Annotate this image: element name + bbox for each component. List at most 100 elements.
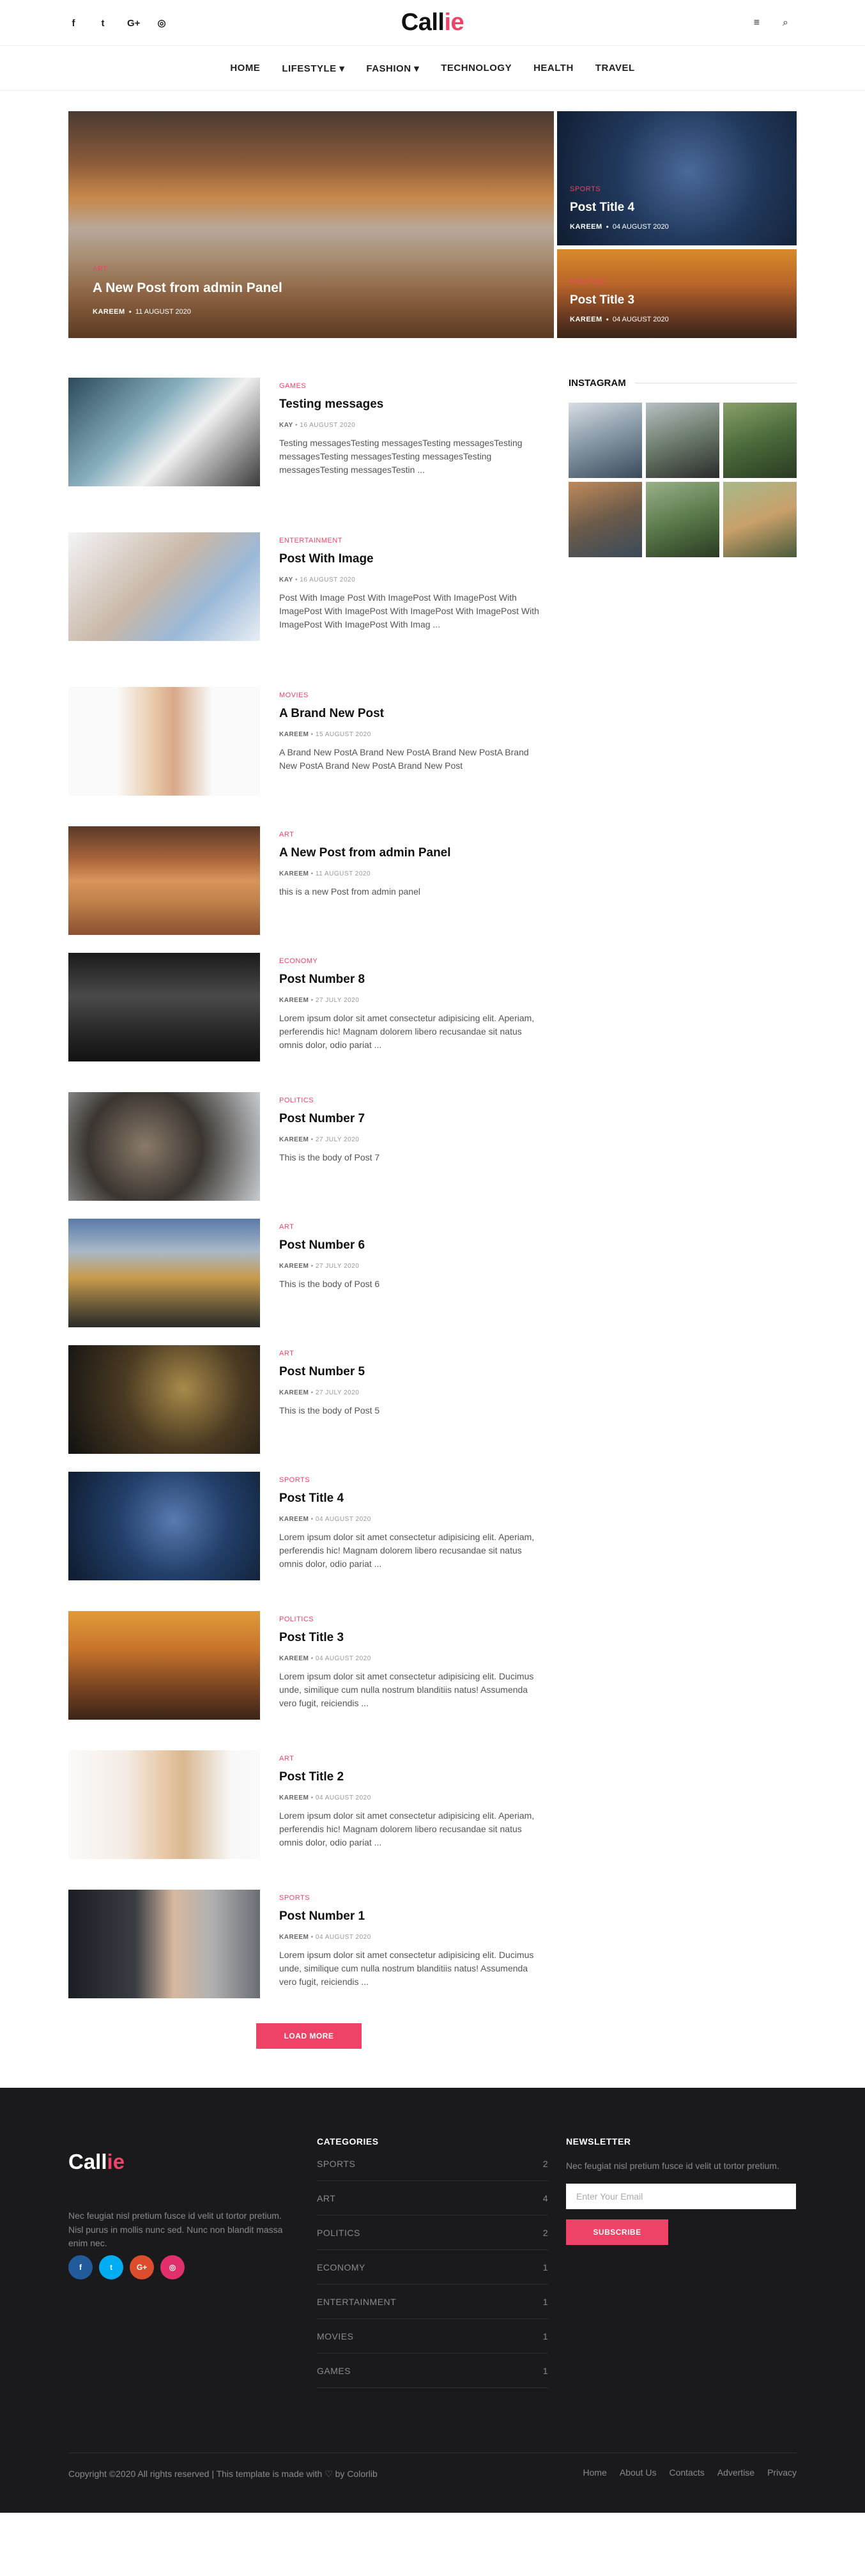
post-date: 04 AUGUST 2020 [315,1655,371,1662]
post-category[interactable]: ART [93,265,282,273]
post-category[interactable]: ART [279,1755,541,1762]
post-category[interactable]: SPORTS [570,185,669,193]
post-category[interactable]: MOVIES [279,691,541,699]
newsletter-email-input[interactable]: Enter Your Email [566,2183,796,2209]
nav-item-health[interactable]: HEALTH [533,63,574,73]
post-body: ART A New Post from admin Panel KAREEM •… [279,831,541,899]
category-row[interactable]: GAMES 1 [317,2354,548,2388]
google-plus-icon[interactable]: G+ [130,2255,154,2279]
post-excerpt: Post With Image Post With ImagePost With… [279,592,539,629]
post-category[interactable]: ART [279,1223,541,1231]
post-category[interactable]: ART [279,831,541,838]
post-author[interactable]: KAREEM [279,1263,309,1270]
post-category[interactable]: ART [279,1350,541,1357]
post-thumbnail[interactable] [68,1890,260,1998]
footer-link-privacy[interactable]: Privacy [767,2467,797,2481]
category-row[interactable]: SPORTS 2 [317,2147,548,2181]
post-thumbnail[interactable] [68,1092,260,1201]
post-title[interactable]: Testing messages [279,397,541,412]
hero-side-post-2[interactable]: POLITICS Post Title 3 KAREEM • 04 AUGUST 2… [557,249,797,338]
load-more-button[interactable]: LOAD MORE [256,2023,362,2049]
post-thumbnail[interactable] [68,1611,260,1720]
nav-item-home[interactable]: HOME [230,63,260,73]
footer-link-about[interactable]: About Us [620,2467,657,2481]
post-title[interactable]: Post Title 2 [279,1770,541,1784]
post-title[interactable]: Post Number 8 [279,973,541,987]
footer-link-contacts[interactable]: Contacts [669,2467,704,2481]
post-author[interactable]: KAREEM [279,1389,309,1396]
post-author[interactable]: KAREEM [279,1655,309,1662]
search-icon[interactable]: ⌕ [783,17,788,29]
instagram-photo[interactable] [646,403,719,478]
hero-side-post-1[interactable]: SPORTS Post Title 4 KAREEM • 04 AUGUST 202… [557,111,797,245]
post-category[interactable]: POLITICS [570,278,669,286]
post-author[interactable]: KAREEM [279,1934,309,1941]
post-author[interactable]: KAREEM [279,870,309,877]
post-thumbnail[interactable] [68,1472,260,1580]
post-title[interactable]: Post Title 3 [570,293,669,307]
post-title[interactable]: A New Post from admin Panel [93,281,282,296]
instagram-icon[interactable]: ◎ [160,2255,185,2279]
post-author[interactable]: KAY [279,576,293,583]
post-thumbnail[interactable] [68,532,260,641]
twitter-icon[interactable]: t [99,2255,123,2279]
site-logo[interactable]: Callie [0,9,865,36]
post-author[interactable]: KAREEM [570,223,602,231]
post-author[interactable]: KAREEM [279,1516,309,1523]
post-title[interactable]: Post Number 5 [279,1365,541,1379]
category-row[interactable]: POLITICS 2 [317,2216,548,2250]
post-author[interactable]: KAREEM [279,1794,309,1801]
footer-link-home[interactable]: Home [583,2467,607,2481]
post-author[interactable]: KAREEM [570,316,602,323]
post-excerpt: Lorem ipsum dolor sit amet consectetur a… [279,1671,534,1708]
post-author[interactable]: KAREEM [279,731,309,738]
post-thumbnail[interactable] [68,1750,260,1859]
post-title[interactable]: Post Number 1 [279,1909,541,1924]
nav-item-technology[interactable]: TECHNOLOGY [441,63,512,73]
post-category[interactable]: ECONOMY [279,957,541,965]
post-category[interactable]: SPORTS [279,1894,541,1902]
instagram-photo[interactable] [569,403,642,478]
post-author[interactable]: KAREEM [279,997,309,1004]
post-author[interactable]: KAY [279,422,293,429]
facebook-icon[interactable]: f [68,2255,93,2279]
post-category[interactable]: POLITICS [279,1616,541,1623]
category-row[interactable]: ECONOMY 1 [317,2250,548,2285]
post-title[interactable]: Post Number 6 [279,1238,541,1253]
post-title[interactable]: A New Post from admin Panel [279,846,541,860]
instagram-photo[interactable] [723,403,797,478]
post-author[interactable]: KAREEM [279,1136,309,1143]
instagram-photo[interactable] [646,482,719,557]
nav-item-travel[interactable]: TRAVEL [595,63,635,73]
post-thumbnail[interactable] [68,953,260,1061]
subscribe-button[interactable]: SUBSCRIBE [566,2219,668,2245]
post-title[interactable]: Post Title 3 [279,1631,541,1645]
menu-icon[interactable]: ≡ [754,17,760,29]
footer-logo[interactable]: Callie [68,2150,125,2174]
post-category[interactable]: ENTERTAINMENT [279,537,541,544]
post-title[interactable]: Post With Image [279,552,541,566]
category-row[interactable]: ART 4 [317,2181,548,2216]
post-category[interactable]: POLITICS [279,1097,541,1104]
post-category[interactable]: GAMES [279,382,541,390]
category-row[interactable]: MOVIES 1 [317,2319,548,2354]
post-author[interactable]: KAREEM [93,308,125,316]
post-category[interactable]: SPORTS [279,1476,541,1484]
category-row[interactable]: ENTERTAINMENT 1 [317,2285,548,2319]
post-title[interactable]: Post Number 7 [279,1112,541,1126]
nav-item-lifestyle[interactable]: LIFESTYLE ▾ [282,63,344,74]
instagram-photo[interactable] [569,482,642,557]
post-thumbnail[interactable] [68,1219,260,1327]
nav-item-fashion[interactable]: FASHION ▾ [366,63,419,74]
footer-link-advertise[interactable]: Advertise [717,2467,754,2481]
logo-accent: ie [444,9,464,36]
post-thumbnail[interactable] [68,1345,260,1454]
post-thumbnail[interactable] [68,378,260,486]
post-title[interactable]: Post Title 4 [570,201,669,215]
post-thumbnail[interactable] [68,826,260,935]
post-title[interactable]: A Brand New Post [279,707,541,721]
post-thumbnail[interactable] [68,687,260,796]
hero-main-post[interactable]: ART A New Post from admin Panel KAREEM • 1… [68,111,554,338]
post-title[interactable]: Post Title 4 [279,1492,541,1506]
instagram-photo[interactable] [723,482,797,557]
